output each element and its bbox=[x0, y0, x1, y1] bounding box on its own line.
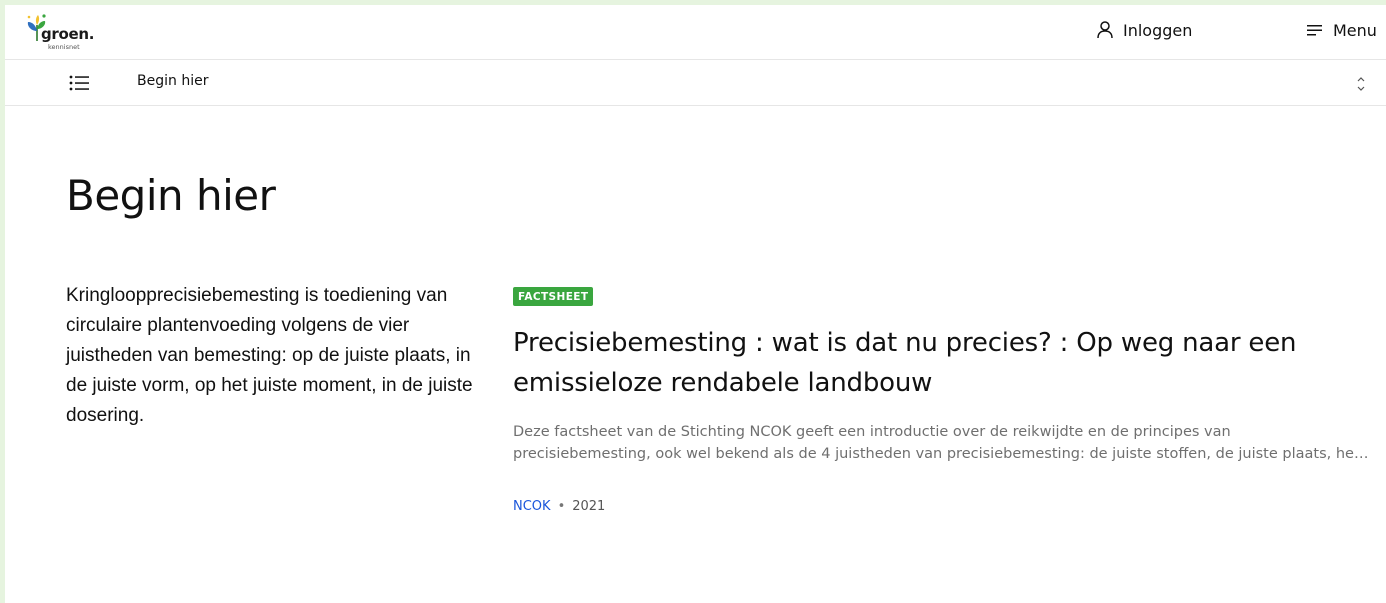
page: groen. kennisnet Inloggen Menu Begin hie… bbox=[5, 5, 1386, 603]
top-navigation-bar: groen. kennisnet Inloggen Menu bbox=[5, 5, 1386, 60]
publication-year: 2021 bbox=[572, 499, 606, 514]
login-label: Inloggen bbox=[1123, 20, 1193, 40]
menu-label: Menu bbox=[1333, 20, 1377, 40]
page-title: Begin hier bbox=[66, 171, 276, 220]
groen-kennisnet-logo[interactable]: groen. kennisnet bbox=[25, 11, 135, 55]
logo-subtext: kennisnet bbox=[48, 43, 80, 51]
intro-text: Kringloopprecisiebemesting is toediening… bbox=[66, 285, 473, 426]
section-bar: Begin hier bbox=[5, 60, 1386, 106]
login-button[interactable]: Inloggen bbox=[1097, 19, 1192, 41]
meta-separator: • bbox=[557, 499, 566, 514]
list-icon[interactable] bbox=[69, 73, 91, 93]
hamburger-icon bbox=[1307, 25, 1322, 36]
result-meta: NCOK • 2021 bbox=[513, 499, 605, 514]
logo-wordmark: groen. bbox=[41, 25, 95, 43]
result-title-link[interactable]: Precisiebemesting : wat is dat nu precie… bbox=[513, 323, 1343, 403]
source-link[interactable]: NCOK bbox=[513, 499, 551, 514]
section-title[interactable]: Begin hier bbox=[137, 73, 208, 89]
result-description: Deze factsheet van de Stichting NCOK gee… bbox=[513, 424, 1360, 462]
menu-button[interactable]: Menu bbox=[1307, 19, 1377, 41]
chevron-updown-icon[interactable] bbox=[1355, 73, 1367, 95]
user-icon bbox=[1097, 21, 1113, 39]
factsheet-badge: FACTSHEET bbox=[513, 287, 594, 306]
